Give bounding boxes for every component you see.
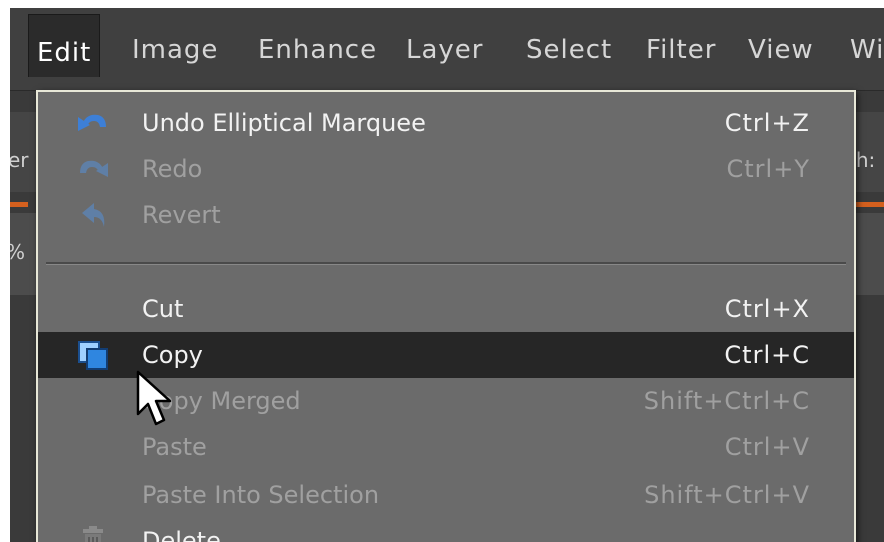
menu-item-shortcut: Ctrl+Y [726,155,810,183]
menu-window[interactable]: Wi [842,28,884,72]
menu-item-label: Redo [142,155,203,183]
revert-icon [76,199,110,231]
menu-filter[interactable]: Filter [638,28,724,72]
redo-icon [76,153,110,185]
menu-enhance[interactable]: Enhance [250,28,385,72]
mouse-pointer-icon [136,370,176,428]
menu-item-shortcut: Ctrl+Z [724,109,810,137]
copy-icon [76,339,110,371]
menu-item-label: Revert [142,201,221,229]
menu-item-shortcut: Ctrl+C [724,341,810,369]
edit-dropdown-menu: Undo Elliptical Marquee Ctrl+Z Redo Ctrl… [36,90,856,542]
menu-item-shortcut: Shift+Ctrl+V [644,481,810,509]
menu-bar: Edit Image Enhance Layer Select Filter V… [10,8,884,91]
menu-item-shortcut: Ctrl+X [724,295,810,323]
menu-item-revert[interactable]: Revert [38,192,854,238]
menu-item-cut[interactable]: Cut Ctrl+X [38,286,854,332]
menu-item-paste[interactable]: Paste Ctrl+V [38,424,854,470]
menu-item-label: Cut [142,295,184,323]
menu-image[interactable]: Image [124,28,226,72]
menu-item-label: Undo Elliptical Marquee [142,109,426,137]
menu-item-shortcut: Shift+Ctrl+C [643,387,810,415]
options-bar-fragment-left: er [10,148,29,172]
menu-item-undo[interactable]: Undo Elliptical Marquee Ctrl+Z [38,100,854,146]
menu-item-label: Paste Into Selection [142,481,380,509]
tab-fragment-left: % [10,240,25,264]
trash-icon [76,525,110,542]
screenshot-frame: er th: % Edit Image Enhance Layer Select… [0,0,884,542]
application-window: er th: % Edit Image Enhance Layer Select… [10,8,884,542]
menu-item-shortcut: Ctrl+V [724,433,810,461]
menu-item-redo[interactable]: Redo Ctrl+Y [38,146,854,192]
menu-layer[interactable]: Layer [398,28,492,72]
menu-item-paste-into-selection[interactable]: Paste Into Selection Shift+Ctrl+V [38,472,854,518]
menu-select[interactable]: Select [518,28,620,72]
menu-separator [46,262,846,265]
menu-edit[interactable]: Edit [28,14,101,77]
undo-icon [76,107,110,139]
menu-item-delete[interactable]: Delete [38,518,854,542]
menu-item-label: Delete [142,527,221,542]
menu-item-label: Paste [142,433,207,461]
orange-divider-left [10,202,28,207]
menu-view[interactable]: View [740,28,822,72]
